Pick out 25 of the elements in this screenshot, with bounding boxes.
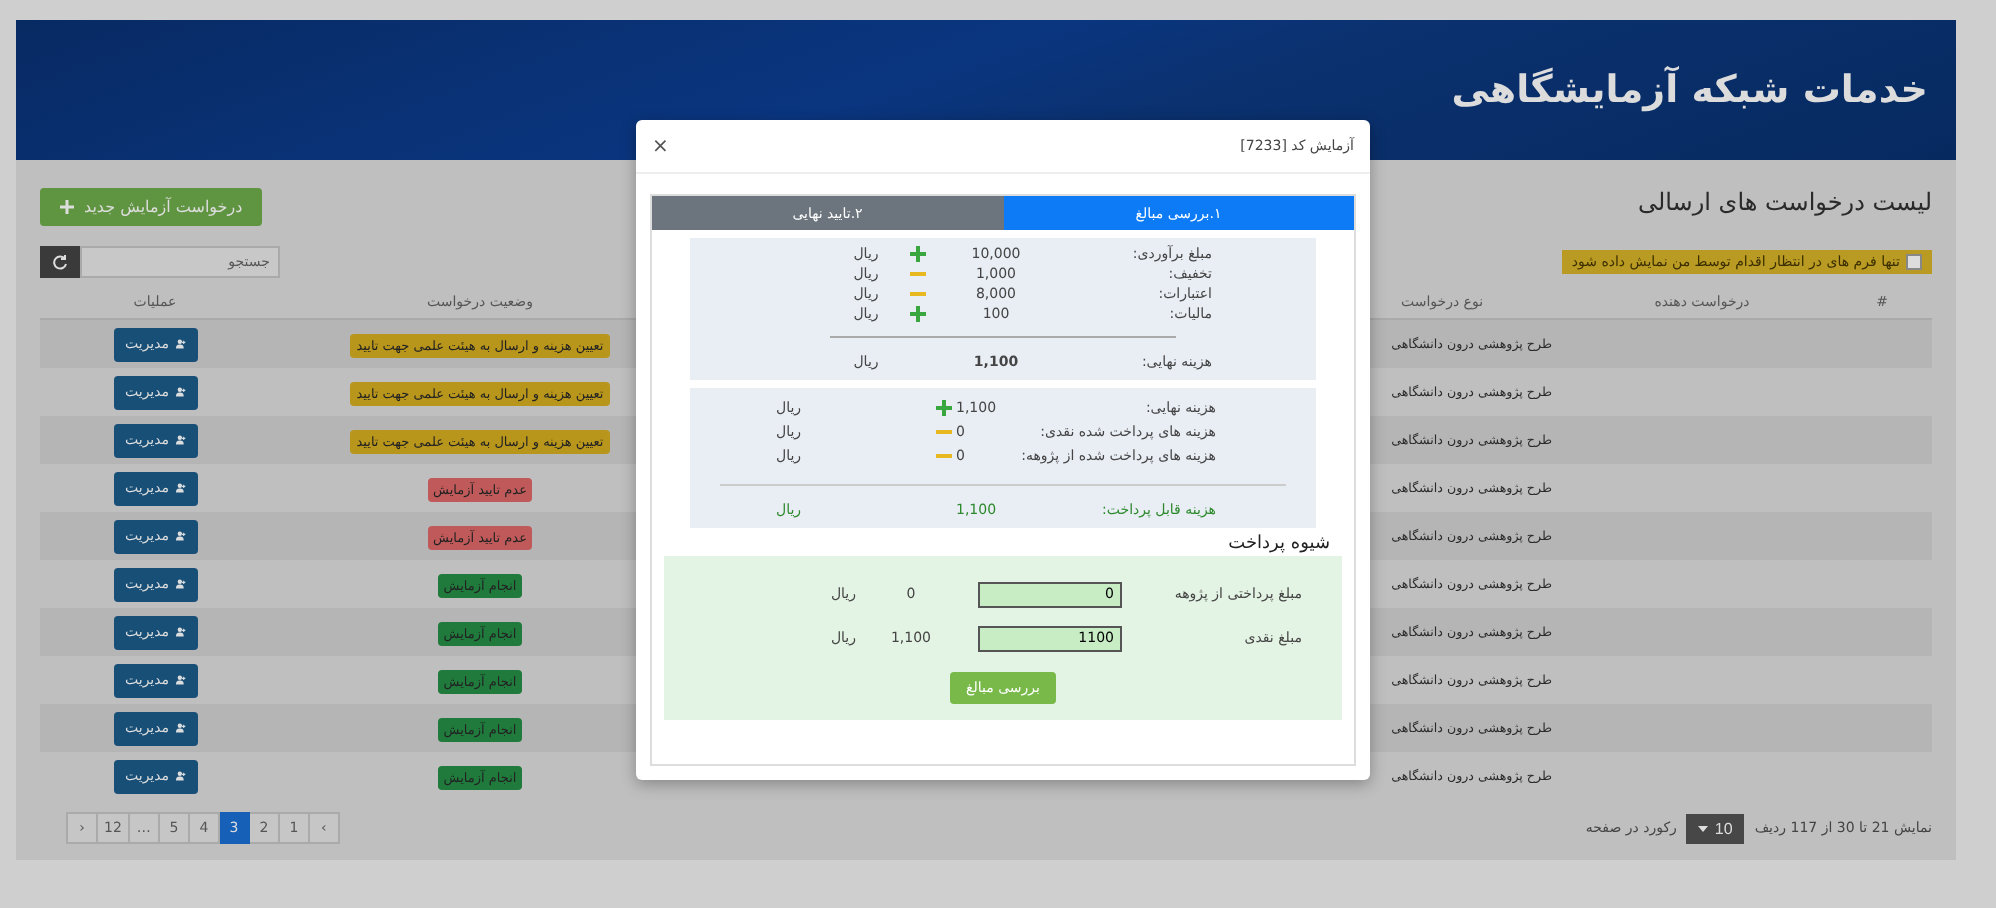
user-icon bbox=[175, 528, 185, 544]
page-size-select[interactable]: 10 bbox=[1686, 813, 1745, 843]
user-icon bbox=[175, 720, 185, 736]
user-icon bbox=[175, 768, 185, 784]
user-icon bbox=[175, 336, 185, 352]
user-icon bbox=[175, 384, 185, 400]
minus-icon bbox=[936, 430, 952, 434]
user-icon bbox=[175, 480, 185, 496]
checkbox[interactable] bbox=[1906, 254, 1922, 270]
plus-icon bbox=[60, 200, 74, 214]
section-title: شیوه پرداخت bbox=[1226, 534, 1330, 554]
caret-icon bbox=[1698, 825, 1709, 831]
list-title: لیست درخواست های ارسالی bbox=[1637, 187, 1932, 215]
user-icon bbox=[175, 624, 185, 640]
plus-icon bbox=[936, 400, 952, 416]
plus-icon bbox=[910, 306, 926, 322]
refresh-icon bbox=[52, 254, 68, 270]
plus-icon bbox=[910, 246, 926, 262]
user-icon bbox=[175, 576, 185, 592]
refresh-button[interactable] bbox=[40, 246, 80, 278]
minus-icon bbox=[936, 454, 952, 458]
user-icon bbox=[175, 432, 185, 448]
close-button[interactable]: × bbox=[652, 135, 669, 157]
user-icon bbox=[175, 672, 185, 688]
site-title: خدمات شبکه آزمایشگاهی bbox=[1451, 64, 1928, 116]
